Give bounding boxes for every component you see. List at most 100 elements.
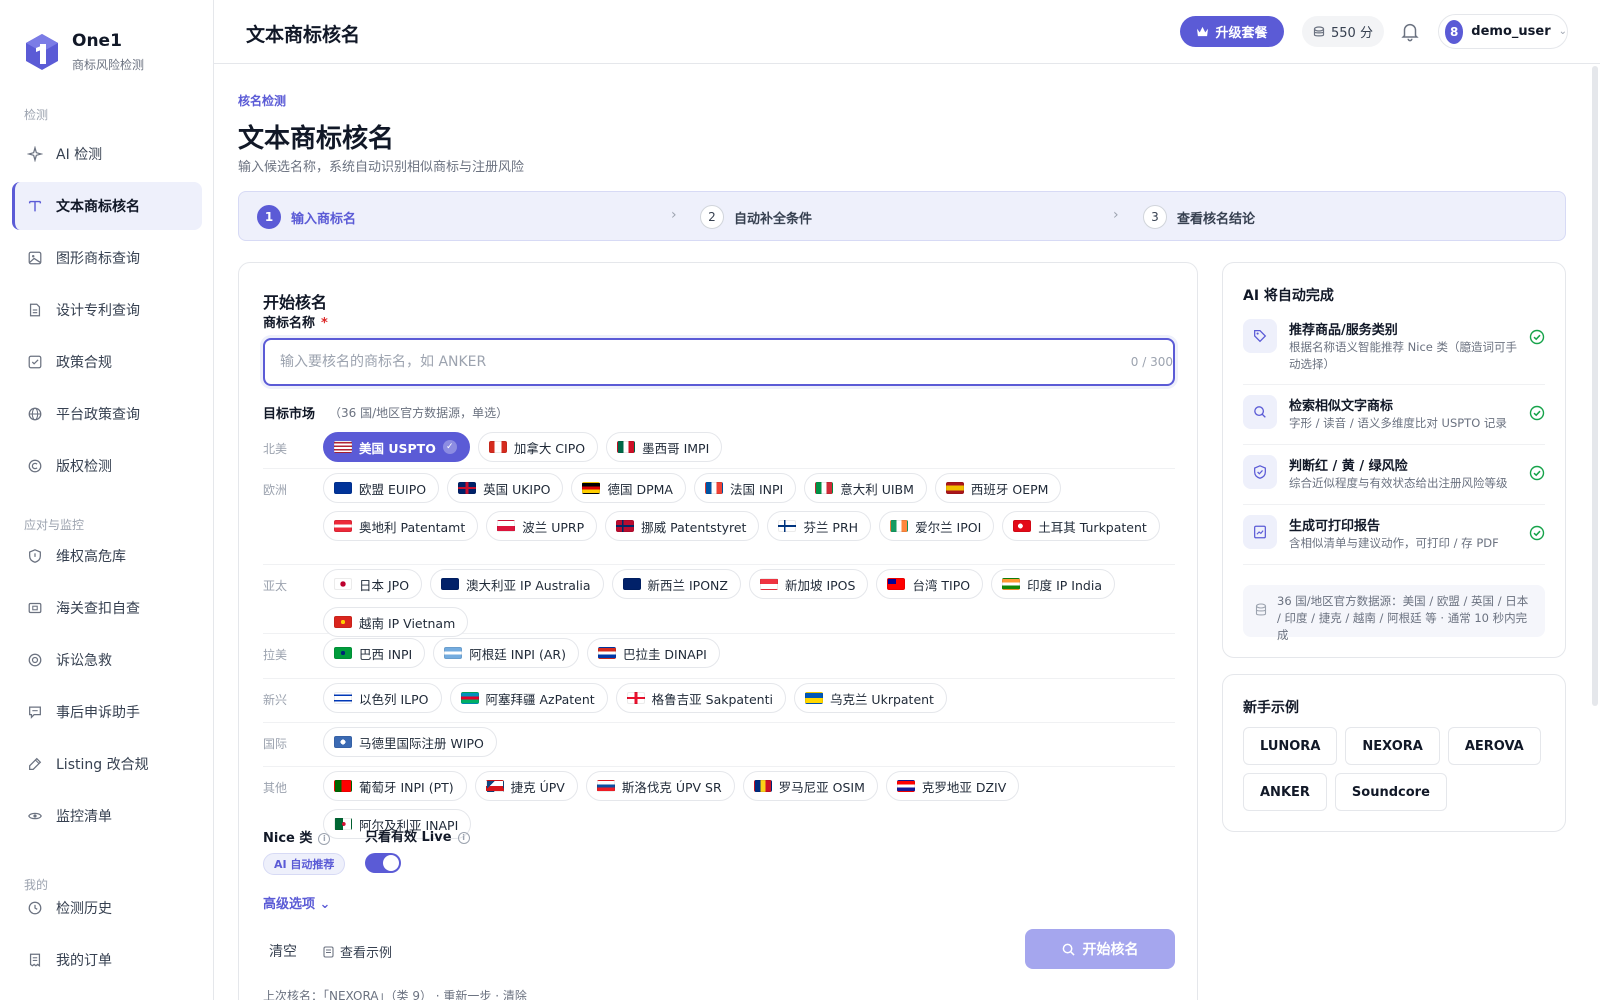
example-chip[interactable]: Soundcore (1334, 773, 1447, 811)
view-example-button[interactable]: 查看示例 (323, 942, 392, 961)
clear-button[interactable]: 清空 (269, 941, 297, 961)
flag-icon (1002, 578, 1021, 590)
market-chip[interactable]: 以色列 ILPO (323, 683, 442, 713)
market-chip[interactable]: 印度 IP India (991, 569, 1115, 599)
market-chip[interactable]: 挪威 Patentstyret (605, 511, 760, 541)
market-chip-label: 西班牙 OEPM (970, 481, 1049, 497)
market-chip[interactable]: 罗马尼亚 OSIM (742, 771, 878, 801)
flag-icon (334, 578, 352, 590)
example-chip[interactable]: ANKER (1243, 773, 1327, 811)
start-naming-button[interactable]: 开始核名 (1025, 929, 1175, 969)
market-chip[interactable]: 德国 DPMA (571, 473, 686, 503)
market-chip[interactable]: 阿塞拜疆 AzPatent (449, 683, 608, 713)
points-balance[interactable]: 550 分 (1302, 16, 1384, 47)
market-chip[interactable]: 加拿大 CIPO (477, 432, 599, 462)
sidebar-item[interactable]: 海关查扣自查 (12, 584, 202, 632)
sidebar-item[interactable]: 版权检测 (12, 442, 202, 490)
market-chip[interactable]: 芬兰 PRH (767, 511, 872, 541)
market-chip[interactable]: 土耳其 Turkpatent (1002, 511, 1160, 541)
market-chip-label: 波兰 UPRP (522, 519, 585, 535)
market-chip[interactable]: 巴西 INPI (323, 638, 426, 668)
advanced-options-toggle[interactable]: 高级选项 ⌄ (263, 893, 330, 912)
sidebar-item[interactable]: Listing 改合规 (12, 740, 202, 788)
market-chip[interactable]: 巴拉圭 DINAPI (586, 638, 720, 668)
example-chip[interactable]: AEROVA (1447, 727, 1541, 765)
example-chip[interactable]: NEXORA (1345, 727, 1440, 765)
sidebar-item-label: 诉讼急救 (56, 653, 112, 669)
market-chip[interactable]: 西班牙 OEPM (934, 473, 1062, 503)
market-chip[interactable]: 马德里国际注册 WIPO (323, 727, 497, 757)
breadcrumb[interactable]: 核名检测 (238, 92, 286, 109)
sidebar-item[interactable]: 文本商标核名 (12, 182, 202, 230)
sidebar-item-icon (26, 951, 44, 969)
market-chip[interactable]: 奥地利 Patentamt (323, 511, 479, 541)
market-chip[interactable]: 爱尔兰 IPOI (879, 511, 995, 541)
region-label: 拉美 (263, 648, 288, 662)
market-chip[interactable]: 新加坡 IPOS (748, 569, 869, 599)
sidebar: One1 商标风险检测 检测 应对与监控 我的 AI 检测 文本商标核名 图形商标查… (0, 0, 214, 1000)
info-icon[interactable]: i (318, 832, 331, 845)
market-region: 欧洲 欧盟 EUIPO 英国 UKIPO 德国 DPMA 法国 INPI 意大利 UIBM… (263, 469, 1175, 565)
market-chip-label: 葡萄牙 INPI (PT) (359, 779, 454, 795)
market-chip-label: 爱尔兰 IPOI (915, 519, 982, 535)
globe-icon (28, 407, 42, 421)
market-chip[interactable]: 新西兰 IPONZ (611, 569, 741, 599)
sidebar-item[interactable]: AI 检测 (12, 130, 202, 178)
flag-icon (887, 578, 906, 590)
market-chip[interactable]: 欧盟 EUIPO (323, 473, 440, 503)
market-chip[interactable]: 阿根廷 INPI (AR) (433, 638, 579, 668)
ai-recommend-badge[interactable]: AI 自动推荐 (263, 853, 346, 875)
sidebar-item-label: 我的订单 (56, 953, 112, 969)
sidebar-item[interactable]: 检测历史 (12, 884, 202, 932)
sidebar-item[interactable]: 图形商标查询 (12, 234, 202, 282)
sidebar-item[interactable]: 诉讼急救 (12, 636, 202, 684)
market-chip[interactable]: 墨西哥 IMPI (606, 432, 723, 462)
market-chip[interactable]: 台湾 TIPO (876, 569, 984, 599)
examples-panel: 新手示例 LUNORA NEXORA AEROVA ANKER Soundcore (1222, 674, 1566, 832)
flag-icon (804, 692, 823, 704)
trademark-name-input[interactable] (263, 338, 1175, 386)
sidebar-item[interactable]: 我的订单 (12, 936, 202, 984)
market-chip-label: 阿根廷 INPI (AR) (469, 646, 566, 662)
market-chip[interactable]: 克罗地亚 DZIV (885, 771, 1020, 801)
sidebar-item[interactable]: 维权高危库 (12, 532, 202, 580)
sidebar-item[interactable]: 设计专利查询 (12, 286, 202, 334)
flag-icon (759, 578, 778, 590)
view-example-label: 查看示例 (340, 946, 393, 961)
market-chip[interactable]: 英国 UKIPO (447, 473, 564, 503)
market-chip[interactable]: 斯洛伐克 ÚPV SR (585, 771, 735, 801)
market-chip[interactable]: 格鲁吉亚 Sakpatenti (615, 683, 786, 713)
feature-icon (1243, 319, 1277, 353)
user-menu[interactable]: 8 demo_user ⌄ (1438, 14, 1568, 49)
sidebar-item[interactable]: 监控清单 (12, 792, 202, 840)
market-chip[interactable]: 波兰 UPRP (486, 511, 598, 541)
bell-icon[interactable] (1399, 20, 1421, 42)
market-chip[interactable]: 美国 USPTO ✓ (323, 432, 470, 462)
market-chip[interactable]: 葡萄牙 INPI (PT) (323, 771, 467, 801)
upgrade-button[interactable]: 升级套餐 (1180, 16, 1284, 47)
market-chip[interactable]: 法国 INPI (693, 473, 797, 503)
market-chip[interactable]: 澳大利亚 IP Australia (430, 569, 604, 599)
sidebar-item[interactable]: 事后申诉助手 (12, 688, 202, 736)
market-chip-label: 新加坡 IPOS (784, 577, 856, 593)
market-chip-label: 土耳其 Turkpatent (1038, 519, 1147, 535)
page-scrollbar[interactable] (1592, 66, 1598, 706)
example-chip[interactable]: LUNORA (1243, 727, 1338, 765)
region-label: 亚太 (263, 579, 288, 593)
market-chip[interactable]: 越南 IP Vietnam (323, 607, 469, 637)
brand[interactable]: One1 商标风险检测 (24, 30, 144, 73)
market-chip[interactable]: 日本 JPO (323, 569, 423, 599)
market-chip[interactable]: 意大利 UIBM (804, 473, 927, 503)
live-only-toggle[interactable] (365, 853, 401, 873)
sidebar-item[interactable]: 平台政策查询 (12, 390, 202, 438)
region-label: 北美 (263, 442, 288, 456)
recent-search[interactable]: 上次核名：「NEXORA」（类 9） · 重新一步 · 清除 (263, 987, 527, 1000)
page-subtitle: 输入候选名称，系统自动识别相似商标与注册风险 (238, 160, 525, 175)
feature-icon (1243, 455, 1277, 489)
market-chip[interactable]: 乌克兰 Ukrpatent (793, 683, 947, 713)
market-chip[interactable]: 捷克 ÚPV (474, 771, 578, 801)
info-icon[interactable]: i (457, 831, 470, 844)
sidebar-item-icon (26, 899, 44, 917)
sidebar-item[interactable]: 政策合规 (12, 338, 202, 386)
flag-icon (617, 441, 636, 453)
